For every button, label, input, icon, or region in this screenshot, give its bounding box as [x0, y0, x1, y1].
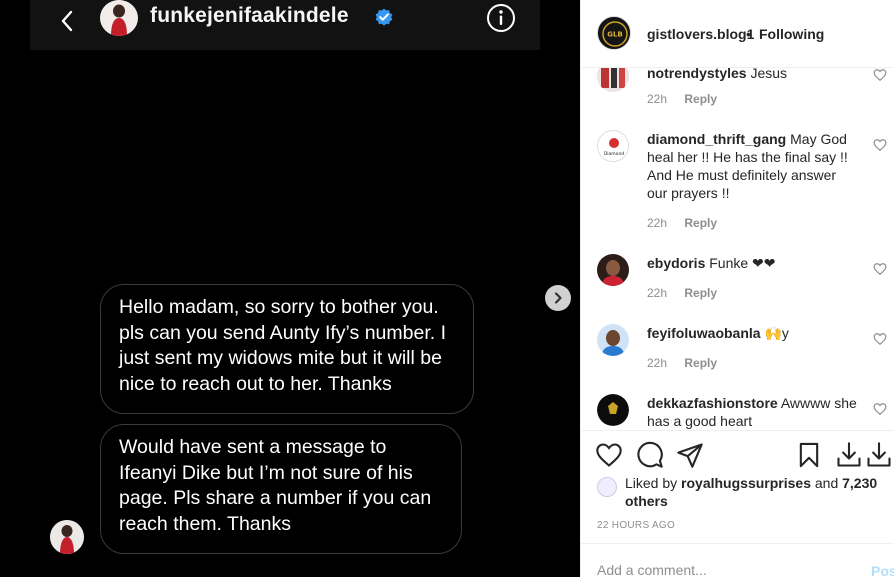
avatar[interactable] — [597, 324, 629, 356]
comment-icon[interactable] — [636, 441, 664, 469]
download-icon[interactable] — [865, 441, 893, 469]
comment-text: dekkazfashionstore Awwww she has a good … — [647, 394, 857, 430]
comment-body: 🙌y — [764, 325, 789, 341]
comment-text: ebydoris Funke ❤❤ — [647, 254, 857, 272]
sender-avatar — [50, 520, 84, 554]
comment-username[interactable]: diamond_thrift_gang — [647, 131, 786, 147]
post-header: GLB gistlovers.blog1 • Following — [581, 0, 894, 68]
next-slide-button[interactable] — [545, 285, 571, 311]
liker-username[interactable]: royalhugssurprises — [681, 475, 811, 491]
avatar[interactable]: Diamond — [597, 130, 629, 162]
comment-meta: 22h Reply — [647, 92, 731, 106]
comment-username[interactable]: feyifoluwaobanla — [647, 325, 761, 341]
avatar[interactable] — [597, 394, 629, 426]
comment-time: 22h — [647, 216, 668, 230]
message-text: Would have sent a message to Ifeanyi Dik… — [119, 436, 432, 535]
download-icon[interactable] — [835, 441, 863, 469]
info-icon — [487, 4, 515, 32]
following-button[interactable]: Following — [759, 26, 824, 42]
verified-badge-icon — [375, 8, 393, 26]
profile-avatar[interactable]: GLB — [597, 16, 631, 50]
message-text: Hello madam, so sorry to bother you. pls… — [119, 296, 446, 395]
post-image: funkejenifaakindele Hello madam, so sorr… — [0, 0, 580, 577]
comment-body: Funke ❤❤ — [709, 255, 776, 271]
comment-text: feyifoluwaobanla 🙌y — [647, 324, 857, 342]
message-bubble: Hello madam, so sorry to bother you. pls… — [100, 284, 474, 414]
comment-username[interactable]: ebydoris — [647, 255, 705, 271]
post-comment-button[interactable]: Post — [871, 563, 894, 577]
comment-time: 22h — [647, 356, 668, 370]
comment-username[interactable]: notrendystyles — [647, 68, 747, 81]
heart-icon[interactable] — [873, 332, 887, 346]
comment-time: 22h — [647, 92, 668, 106]
reply-button[interactable]: Reply — [684, 216, 717, 230]
comment-username[interactable]: dekkazfashionstore — [647, 395, 778, 411]
dm-avatar — [100, 0, 138, 36]
reply-button[interactable]: Reply — [684, 92, 717, 106]
comment-text: diamond_thrift_gang May God heal her !! … — [647, 130, 857, 202]
comment-input[interactable] — [597, 562, 857, 577]
bookmark-icon[interactable] — [795, 441, 823, 469]
separator-dot: • — [746, 26, 751, 42]
reply-button[interactable]: Reply — [684, 286, 717, 300]
heart-icon[interactable] — [873, 138, 887, 152]
comment-body: Jesus — [750, 68, 788, 81]
message-bubble: Would have sent a message to Ifeanyi Dik… — [100, 424, 462, 554]
comment-time: 22h — [647, 286, 668, 300]
heart-icon[interactable] — [873, 402, 887, 416]
share-icon[interactable] — [676, 441, 704, 469]
liker-avatar[interactable] — [597, 477, 617, 497]
avatar[interactable] — [597, 254, 629, 286]
comment-meta: 22h Reply — [647, 286, 731, 300]
likes-middle: and — [810, 475, 843, 491]
chevron-left-icon — [61, 10, 73, 32]
likes-prefix: Liked by — [625, 475, 682, 491]
post-side-panel: GLB gistlovers.blog1 • Following notrend… — [580, 0, 894, 577]
chevron-right-icon — [554, 292, 562, 304]
post-timestamp[interactable]: 22 HOURS AGO — [597, 520, 675, 531]
dm-username: funkejenifaakindele — [150, 4, 349, 27]
avatar[interactable] — [597, 68, 629, 92]
post-actions — [581, 430, 894, 480]
likes-text: Liked by royalhugssurprises and 7,230 ot… — [625, 474, 885, 510]
comment-meta: 22h Reply — [647, 216, 731, 230]
add-comment-bar: Post — [581, 543, 894, 577]
reply-button[interactable]: Reply — [684, 356, 717, 370]
comments-list[interactable]: notrendystyles Jesus 22h Reply Diamond d… — [581, 68, 894, 430]
dm-header: funkejenifaakindele — [30, 0, 540, 50]
profile-avatar-text: GLB — [607, 31, 623, 39]
profile-username[interactable]: gistlovers.blog1 — [647, 26, 754, 42]
heart-icon[interactable] — [595, 441, 623, 469]
heart-icon[interactable] — [873, 68, 887, 82]
comment-meta: 22h Reply — [647, 356, 731, 370]
dm-screenshot: funkejenifaakindele Hello madam, so sorr… — [30, 0, 540, 577]
heart-icon[interactable] — [873, 262, 887, 276]
comment-text: notrendystyles Jesus — [647, 68, 857, 82]
avatar-text: Diamond — [604, 151, 624, 157]
